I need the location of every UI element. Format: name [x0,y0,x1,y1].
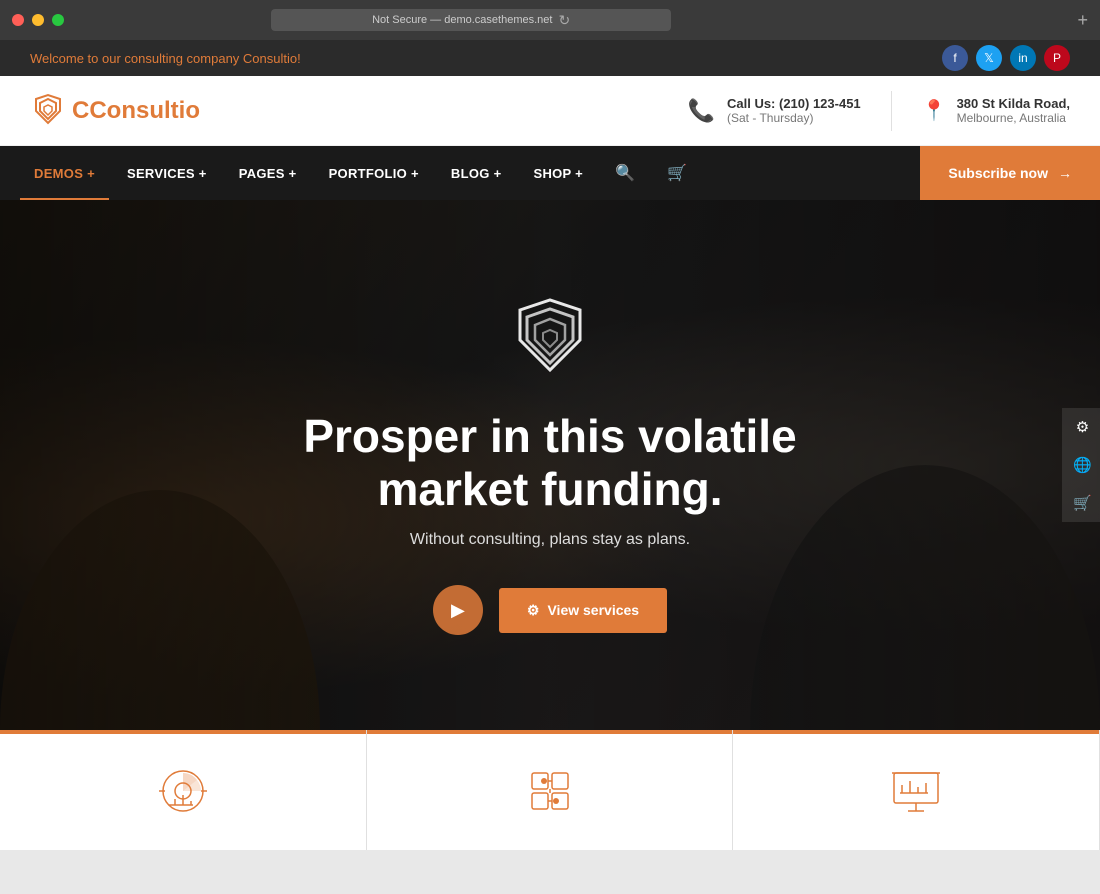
cart-sidebar-icon[interactable]: 🛒 [1062,484,1100,522]
address-contact: 📍 380 St Kilda Road, Melbourne, Australi… [922,96,1070,125]
facebook-icon[interactable]: f [942,45,968,71]
card-presentation[interactable] [733,730,1100,850]
contact-info: Call Us: (210) 123-451 (Sat - Thursday) [727,96,861,125]
presentation-icon [890,765,942,824]
view-services-button[interactable]: ⚙ View services [499,588,667,633]
announcement-bar: Welcome to our consulting company Consul… [0,40,1100,76]
linkedin-icon[interactable]: in [1010,45,1036,71]
hero-logo-icon [505,295,595,390]
location-icon: 📍 [922,98,947,123]
gear-icon: ⚙ [527,602,540,619]
browser-chrome: Not Secure — demo.casethemes.net ↻ + [0,0,1100,40]
nav-blog[interactable]: Blog + [437,146,516,200]
address-bar[interactable]: Not Secure — demo.casethemes.net ↻ [271,9,671,31]
logo-icon [30,93,66,129]
analytics-icon [157,765,209,824]
pinterest-icon[interactable]: P [1044,45,1070,71]
nav-demos[interactable]: Demos + [20,146,109,200]
settings-sidebar-icon[interactable]: ⚙ [1062,408,1100,446]
search-icon[interactable]: 🔍 [601,146,649,200]
cart-icon[interactable]: 🛒 [653,146,701,200]
hero-subtitle: Without consulting, plans stay as plans. [410,531,690,549]
new-tab-button[interactable]: + [1077,10,1088,31]
phone-contact: 📞 Call Us: (210) 123-451 (Sat - Thursday… [688,96,861,125]
social-icons: f 𝕏 in P [942,45,1070,71]
site-header: CConsultio 📞 Call Us: (210) 123-451 (Sat… [0,76,1100,146]
website-content: Welcome to our consulting company Consul… [0,40,1100,850]
bottom-cards [0,730,1100,850]
hero-content: Prosper in this volatile market funding.… [0,200,1100,730]
globe-sidebar-icon[interactable]: 🌐 [1062,446,1100,484]
hero-title: Prosper in this volatile market funding. [230,410,870,516]
maximize-button[interactable] [52,14,64,26]
header-divider [891,91,892,131]
announcement-text: Welcome to our consulting company Consul… [30,51,301,66]
arrow-right-icon: → [1058,165,1072,181]
reload-icon[interactable]: ↻ [558,12,570,29]
twitter-icon[interactable]: 𝕏 [976,45,1002,71]
close-button[interactable] [12,14,24,26]
hero-section: ⚙ 🌐 🛒 Prosper in this volatile market fu… [0,200,1100,730]
navbar: Demos + Services + Pages + Portfolio + B… [0,146,1100,200]
nav-links: Demos + Services + Pages + Portfolio + B… [20,146,701,200]
nav-portfolio[interactable]: Portfolio + [315,146,433,200]
address-info: 380 St Kilda Road, Melbourne, Australia [957,96,1070,125]
logo[interactable]: CConsultio [30,93,200,129]
minimize-button[interactable] [32,14,44,26]
play-button[interactable]: ▶ [433,585,483,635]
subscribe-button[interactable]: Subscribe now → [920,146,1100,200]
phone-icon: 📞 [688,98,715,124]
collaboration-icon [524,765,576,824]
card-collaboration[interactable] [367,730,734,850]
nav-services[interactable]: Services + [113,146,221,200]
nav-shop[interactable]: Shop + [519,146,597,200]
header-right: 📞 Call Us: (210) 123-451 (Sat - Thursday… [688,91,1070,131]
sidebar-right: ⚙ 🌐 🛒 [1062,408,1100,522]
hero-buttons: ▶ ⚙ View services [433,585,667,635]
nav-pages[interactable]: Pages + [225,146,311,200]
logo-text: CConsultio [72,97,200,125]
card-analytics[interactable] [0,730,367,850]
